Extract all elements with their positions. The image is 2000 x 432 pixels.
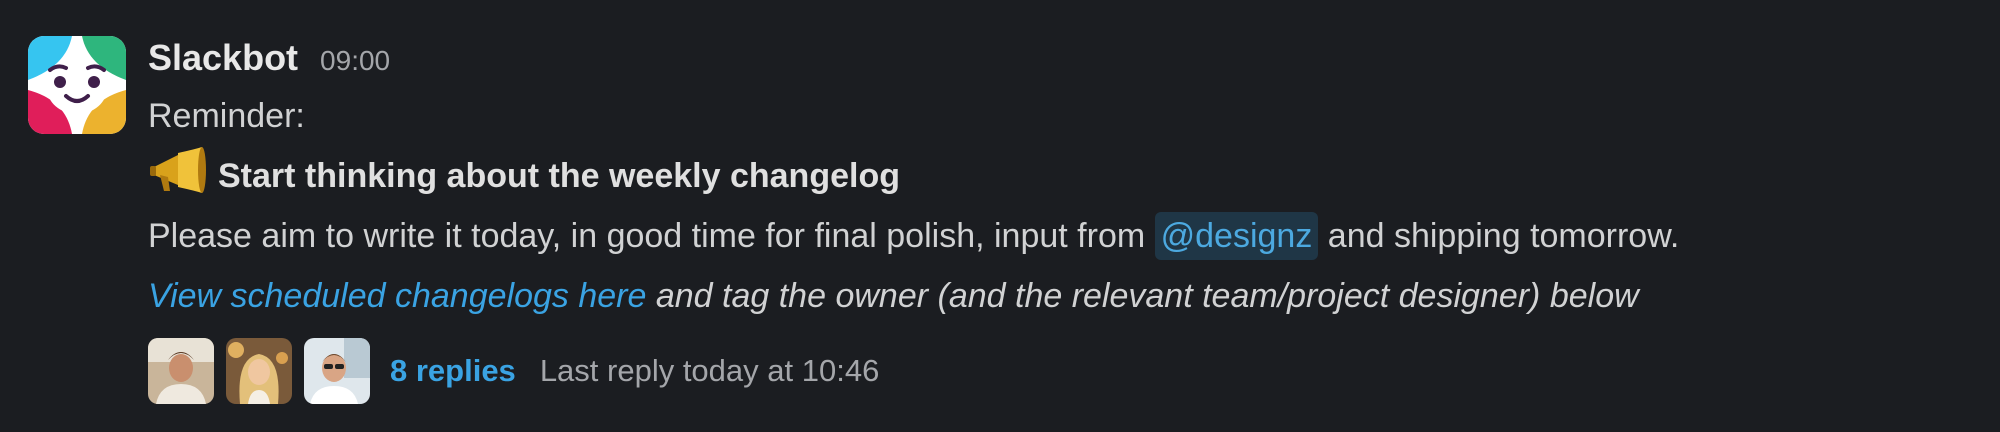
reminder-body: Please aim to write it today, in good ti…: [148, 206, 1970, 266]
reminder-title: Start thinking about the weekly changelo…: [218, 157, 900, 195]
message-header: Slackbot 09:00: [148, 30, 1970, 86]
reminder-label: Reminder:: [148, 97, 305, 135]
slackbot-logo-icon: [28, 36, 126, 134]
reply-avatar[interactable]: [148, 338, 214, 404]
link-trailing-text: and tag the owner (and the relevant team…: [646, 277, 1639, 315]
last-reply-time: Last reply today at 10:46: [539, 353, 880, 388]
designz-mention[interactable]: @designz: [1154, 212, 1319, 260]
reply-count-link[interactable]: 8 replies: [390, 353, 516, 389]
reply-avatar[interactable]: [226, 338, 292, 404]
megaphone-icon: [148, 147, 206, 195]
message: Slackbot 09:00 Reminder: Start thinking …: [0, 0, 2000, 432]
thread-summary[interactable]: 8 replies Last reply today at 10:46: [148, 338, 1970, 404]
message-content: Slackbot 09:00 Reminder: Start thinking …: [148, 30, 1970, 404]
reminder-title-line: Start thinking about the weekly changelo…: [148, 146, 1970, 206]
body-text-before: Please aim to write it today, in good ti…: [148, 217, 1155, 255]
reply-avatar[interactable]: [304, 338, 370, 404]
user-avatar-icon: [148, 338, 214, 404]
user-avatar-icon: [226, 338, 292, 404]
reminder-link-line: View scheduled changelogs here and tag t…: [148, 266, 1970, 326]
scheduled-changelogs-link[interactable]: View scheduled changelogs here: [148, 277, 646, 315]
body-text-after: and shipping tomorrow.: [1318, 217, 1680, 255]
slackbot-avatar[interactable]: [28, 36, 126, 134]
message-timestamp[interactable]: 09:00: [320, 45, 390, 77]
user-avatar-icon: [304, 338, 370, 404]
sender-name[interactable]: Slackbot: [148, 30, 298, 86]
